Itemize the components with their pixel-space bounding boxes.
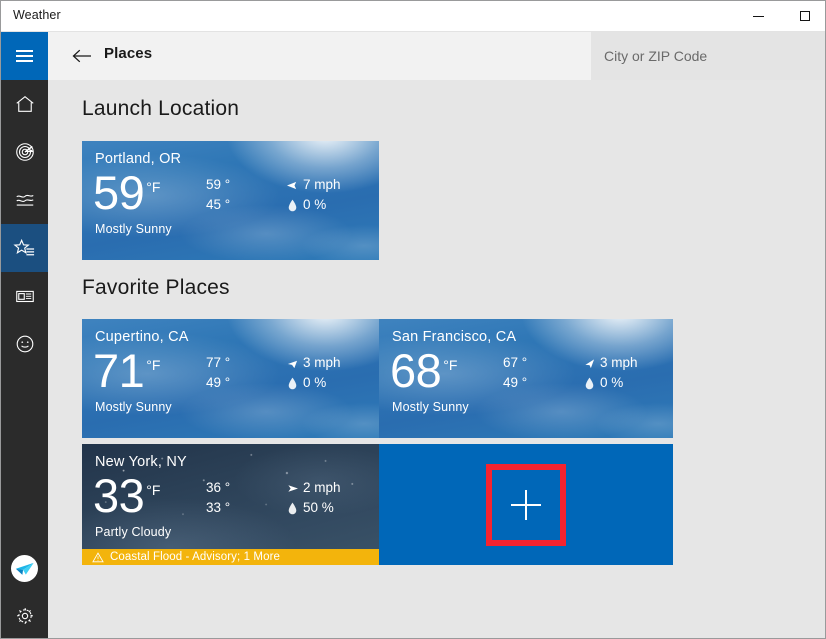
card-condition: Partly Cloudy <box>95 525 172 539</box>
launch-location-heading: Launch Location <box>82 97 240 120</box>
minimize-button[interactable] <box>736 1 781 31</box>
account-avatar-icon <box>11 554 38 582</box>
card-city-name: San Francisco, CA <box>392 329 517 345</box>
favorites-star-icon <box>13 238 35 255</box>
card-temperature: 71 °F <box>93 345 160 397</box>
card-temp-value: 33 <box>93 469 145 522</box>
card-high-temp: 36 ° <box>206 480 231 495</box>
command-bar: Places <box>48 32 825 80</box>
card-precipitation: 0 % <box>303 375 327 390</box>
page-title: Places <box>104 45 153 62</box>
settings-button[interactable] <box>1 592 48 638</box>
news-icon <box>15 290 34 303</box>
wind-arrow-icon <box>284 180 300 191</box>
card-wind: 3 mph <box>600 355 638 370</box>
sidebar-item-places[interactable] <box>1 224 48 272</box>
card-wind: 2 mph <box>303 480 341 495</box>
warning-triangle-icon <box>92 551 104 563</box>
plus-icon <box>511 489 541 520</box>
weather-card-cupertino[interactable]: Cupertino, CA 71 °F 77 ° 3 mph 49 ° 0 % … <box>82 319 379 438</box>
card-stats: 67 ° 3 mph 49 ° 0 % <box>503 353 638 393</box>
weather-card-launch-location[interactable]: Portland, OR 59 °F 59 ° 7 mph 45 ° 0 % M… <box>82 141 379 260</box>
account-button[interactable] <box>1 544 48 592</box>
card-condition: Mostly Sunny <box>95 222 172 236</box>
sidebar-item-forecast[interactable] <box>1 80 48 128</box>
card-city-name: Cupertino, CA <box>95 329 189 345</box>
card-temperature: 68 °F <box>390 345 457 397</box>
gear-icon <box>16 607 33 625</box>
sidebar-item-feedback[interactable] <box>1 320 48 368</box>
wind-arrow-icon <box>284 483 300 494</box>
card-temperature: 33 °F <box>93 470 160 522</box>
hamburger-menu-button[interactable] <box>1 32 48 80</box>
card-city-name: New York, NY <box>95 454 187 470</box>
card-low-temp: 45 ° <box>206 197 231 212</box>
card-condition: Mostly Sunny <box>95 400 172 414</box>
card-temp-unit: °F <box>146 482 161 498</box>
card-stats: 36 ° 2 mph 33 ° 50 % <box>206 478 341 518</box>
add-place-tile[interactable] <box>379 444 673 565</box>
wind-arrow-icon <box>284 358 300 369</box>
card-city-name: Portland, OR <box>95 151 182 167</box>
card-temperature: 59 °F <box>93 167 160 219</box>
precipitation-drop-icon <box>284 377 300 390</box>
chart-icon <box>15 194 34 206</box>
card-low-temp: 49 ° <box>503 375 528 390</box>
window-title: Weather <box>13 8 61 22</box>
wind-arrow-icon <box>581 358 597 369</box>
weather-alert-bar[interactable]: Coastal Flood - Advisory; 1 More <box>82 549 379 565</box>
card-precipitation: 0 % <box>303 197 327 212</box>
weather-alert-text: Coastal Flood - Advisory; 1 More <box>110 551 281 563</box>
weather-app-window: Weather Places City or ZIP Code Launch L… <box>0 0 826 639</box>
sidebar-item-historical[interactable] <box>1 176 48 224</box>
back-arrow-icon <box>72 49 91 63</box>
search-input[interactable] <box>591 32 825 80</box>
card-high-temp: 67 ° <box>503 355 528 370</box>
card-temp-unit: °F <box>146 179 161 195</box>
card-low-temp: 49 ° <box>206 375 231 390</box>
card-temp-value: 59 <box>93 166 145 219</box>
weather-card-san-francisco[interactable]: San Francisco, CA 68 °F 67 ° 3 mph 49 ° <box>379 319 673 438</box>
navigation-rail <box>1 32 48 638</box>
sidebar-item-maps[interactable] <box>1 128 48 176</box>
maximize-button[interactable] <box>782 1 825 31</box>
card-high-temp: 77 ° <box>206 355 231 370</box>
card-temp-unit: °F <box>443 357 458 373</box>
card-high-temp: 59 ° <box>206 177 231 192</box>
precipitation-drop-icon <box>581 377 597 390</box>
back-button[interactable] <box>62 40 102 72</box>
precipitation-drop-icon <box>284 199 300 212</box>
card-precipitation: 50 % <box>303 500 334 515</box>
card-wind: 3 mph <box>303 355 341 370</box>
favorite-places-heading: Favorite Places <box>82 276 230 299</box>
card-condition: Mostly Sunny <box>392 400 469 414</box>
sidebar-item-news[interactable] <box>1 272 48 320</box>
card-low-temp: 33 ° <box>206 500 231 515</box>
card-precipitation: 0 % <box>600 375 624 390</box>
titlebar: Weather <box>1 1 825 32</box>
paper-plane-icon <box>11 554 38 582</box>
home-icon <box>15 95 34 112</box>
smiley-face-icon <box>16 335 33 353</box>
card-stats: 77 ° 3 mph 49 ° 0 % <box>206 353 341 393</box>
card-temp-value: 68 <box>390 344 442 397</box>
navigation-rail-bottom <box>1 544 48 638</box>
content-area: Launch Location Portland, OR 59 °F 59 ° … <box>48 80 825 638</box>
card-wind: 7 mph <box>303 177 341 192</box>
radar-icon <box>15 143 34 161</box>
hamburger-icon <box>16 47 33 66</box>
maximize-icon <box>799 11 810 21</box>
weather-card-new-york[interactable]: New York, NY 33 °F 36 ° 2 mph 33 ° 50 % … <box>82 444 379 565</box>
precipitation-drop-icon <box>284 502 300 515</box>
card-temp-value: 71 <box>93 344 145 397</box>
card-temp-unit: °F <box>146 357 161 373</box>
minimize-icon <box>753 15 764 17</box>
card-stats: 59 ° 7 mph 45 ° 0 % <box>206 175 341 215</box>
